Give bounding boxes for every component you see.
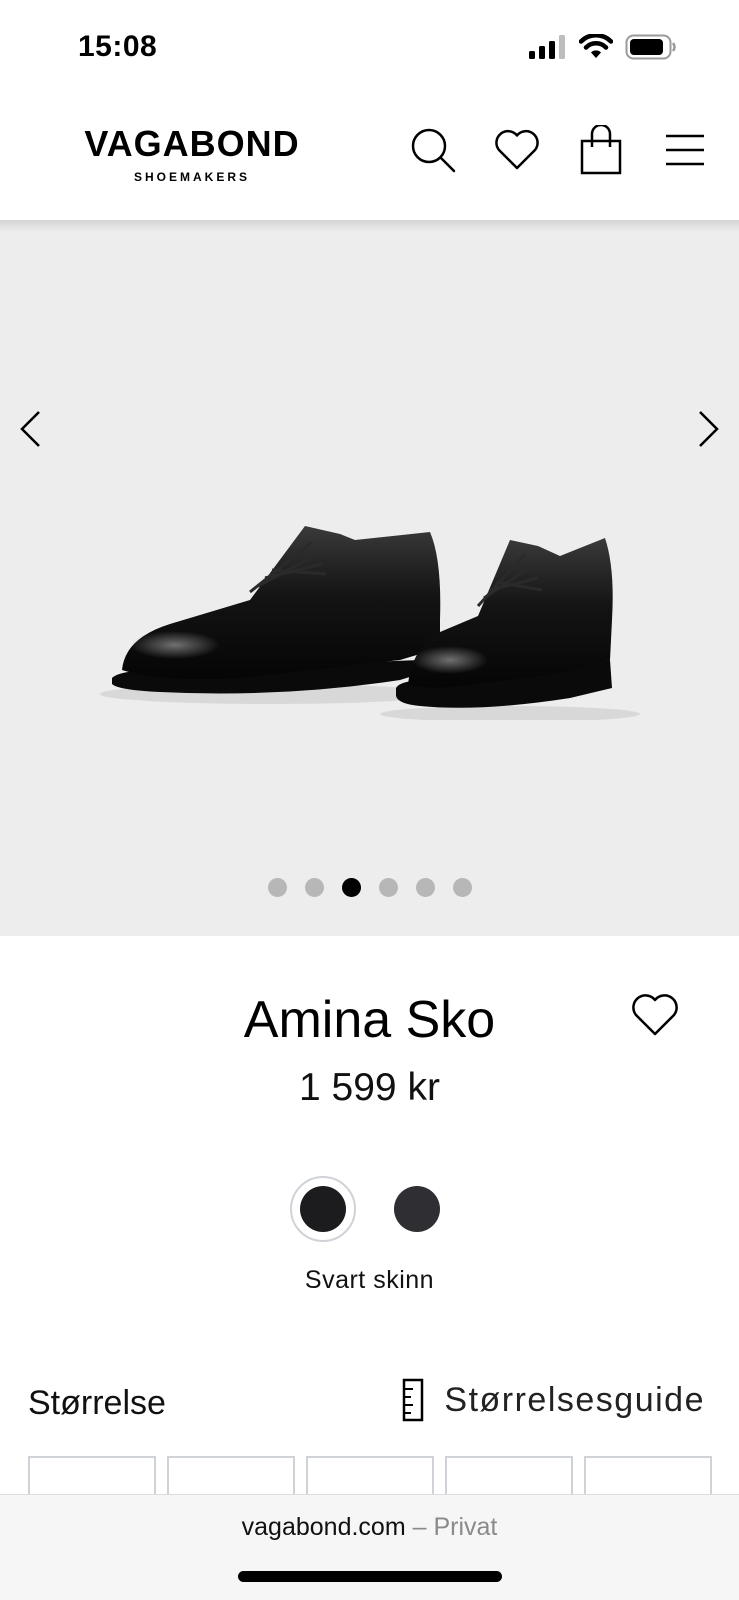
product-title: Amina Sko <box>243 991 496 1049</box>
logo-tagline: SHOEMAKERS <box>133 170 250 184</box>
home-indicator[interactable] <box>238 1571 502 1582</box>
url-private-label: – Privat <box>405 1513 498 1541</box>
gallery-dot[interactable] <box>452 878 472 897</box>
add-to-wishlist-button[interactable] <box>630 992 686 1044</box>
gallery-dot[interactable] <box>304 878 324 897</box>
logo-wordmark: VAGABOND <box>84 123 300 164</box>
search-icon <box>411 128 456 173</box>
size-guide-link[interactable]: Størrelsesguide <box>402 1378 705 1422</box>
gallery-pagination <box>0 878 739 897</box>
chevron-left-icon <box>20 411 40 447</box>
product-page: 15:08 VAGABOND SHOEMAKERS Amina Sko 1 59… <box>0 0 739 1600</box>
product-shoe-image <box>100 526 640 720</box>
product-image-gallery[interactable] <box>0 220 739 936</box>
selected-color-label: Svart skinn <box>304 1266 435 1294</box>
ruler-icon <box>403 1378 424 1422</box>
vagabond-logo[interactable]: VAGABOND SHOEMAKERS <box>36 123 348 185</box>
color-swatches <box>290 1176 450 1242</box>
gallery-next-button[interactable] <box>687 394 731 464</box>
heart-icon <box>495 129 539 170</box>
color-swatch-fill <box>300 1186 346 1232</box>
menu-button[interactable] <box>657 120 713 180</box>
browser-address-bar[interactable]: vagabond.com – Privat <box>0 1494 739 1600</box>
color-swatch-alternate[interactable] <box>384 1176 450 1242</box>
battery-icon <box>625 34 676 60</box>
wifi-icon <box>579 34 613 58</box>
size-guide-label: Størrelsesguide <box>444 1380 705 1419</box>
gallery-previous-button[interactable] <box>8 394 52 464</box>
header-actions <box>405 120 713 180</box>
gallery-dot[interactable] <box>341 878 361 897</box>
search-button[interactable] <box>405 120 461 180</box>
wishlist-button[interactable] <box>489 120 545 180</box>
menu-icon <box>666 134 704 166</box>
color-swatch-fill <box>394 1186 440 1232</box>
color-swatch-svart-skinn[interactable] <box>290 1176 356 1242</box>
cart-button[interactable] <box>573 120 629 180</box>
cellular-signal-icon <box>529 35 565 59</box>
status-icons <box>529 34 677 60</box>
gallery-top-shadow <box>0 220 739 232</box>
size-section-label: Størrelse <box>28 1384 166 1422</box>
gallery-dot[interactable] <box>378 878 398 897</box>
status-time: 15:08 <box>78 30 158 63</box>
gallery-dot[interactable] <box>267 878 287 897</box>
heart-icon <box>632 994 678 1036</box>
chevron-right-icon <box>699 411 719 447</box>
site-header: VAGABOND SHOEMAKERS <box>0 96 739 220</box>
shopping-bag-icon <box>580 125 622 175</box>
url-host: vagabond.com <box>241 1513 406 1541</box>
browser-url[interactable]: vagabond.com – Privat <box>0 1513 739 1542</box>
gallery-dot[interactable] <box>415 878 435 897</box>
status-bar: 15:08 <box>0 0 739 96</box>
product-price: 1 599 kr <box>299 1066 440 1109</box>
